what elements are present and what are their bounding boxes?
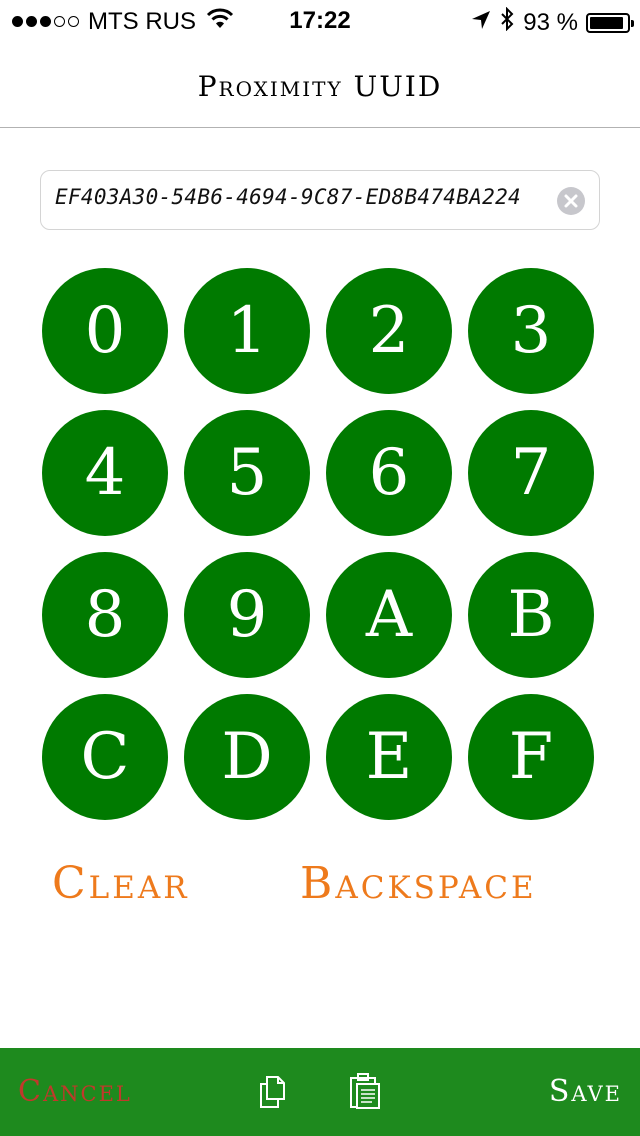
page-title: Proximity UUID (197, 70, 443, 103)
uuid-value: EF403A30-54B6-4694-9C87-ED8B474BA224 (55, 185, 521, 209)
key-d-button[interactable]: D (184, 694, 310, 820)
battery-percent: 93 % (523, 8, 578, 36)
key-2-button[interactable]: 2 (326, 268, 452, 394)
key-6-button[interactable]: 6 (326, 410, 452, 536)
copy-icon[interactable] (258, 1074, 294, 1114)
battery-level-fill (590, 16, 624, 29)
status-right: 93 % (463, 6, 634, 38)
key-b-button[interactable]: B (468, 552, 594, 678)
backspace-button[interactable]: Backspace (300, 858, 537, 909)
cancel-button[interactable]: Cancel (18, 1074, 132, 1109)
key-e-button[interactable]: E (326, 694, 452, 820)
key-a-button[interactable]: A (326, 552, 452, 678)
battery-tip (631, 19, 634, 27)
uuid-input-field[interactable]: EF403A30-54B6-4694-9C87-ED8B474BA224 (40, 170, 600, 230)
key-1-button[interactable]: 1 (184, 268, 310, 394)
clear-button[interactable]: Clear (52, 858, 190, 909)
key-3-button[interactable]: 3 (468, 268, 594, 394)
bluetooth-icon (499, 6, 515, 38)
key-c-button[interactable]: C (42, 694, 168, 820)
key-7-button[interactable]: 7 (468, 410, 594, 536)
navigation-bar: Proximity UUID (0, 40, 640, 128)
clear-text-icon[interactable] (557, 187, 585, 215)
status-bar: MTS RUS 17:22 93 % (0, 0, 640, 40)
paste-icon[interactable] (348, 1072, 382, 1114)
key-5-button[interactable]: 5 (184, 410, 310, 536)
battery-icon (586, 12, 634, 33)
key-4-button[interactable]: 4 (42, 410, 168, 536)
key-f-button[interactable]: F (468, 694, 594, 820)
bottom-toolbar: Cancel Save (0, 1048, 640, 1136)
key-8-button[interactable]: 8 (42, 552, 168, 678)
key-0-button[interactable]: 0 (42, 268, 168, 394)
location-arrow-icon (471, 9, 491, 37)
key-9-button[interactable]: 9 (184, 552, 310, 678)
save-button[interactable]: Save (549, 1074, 622, 1109)
